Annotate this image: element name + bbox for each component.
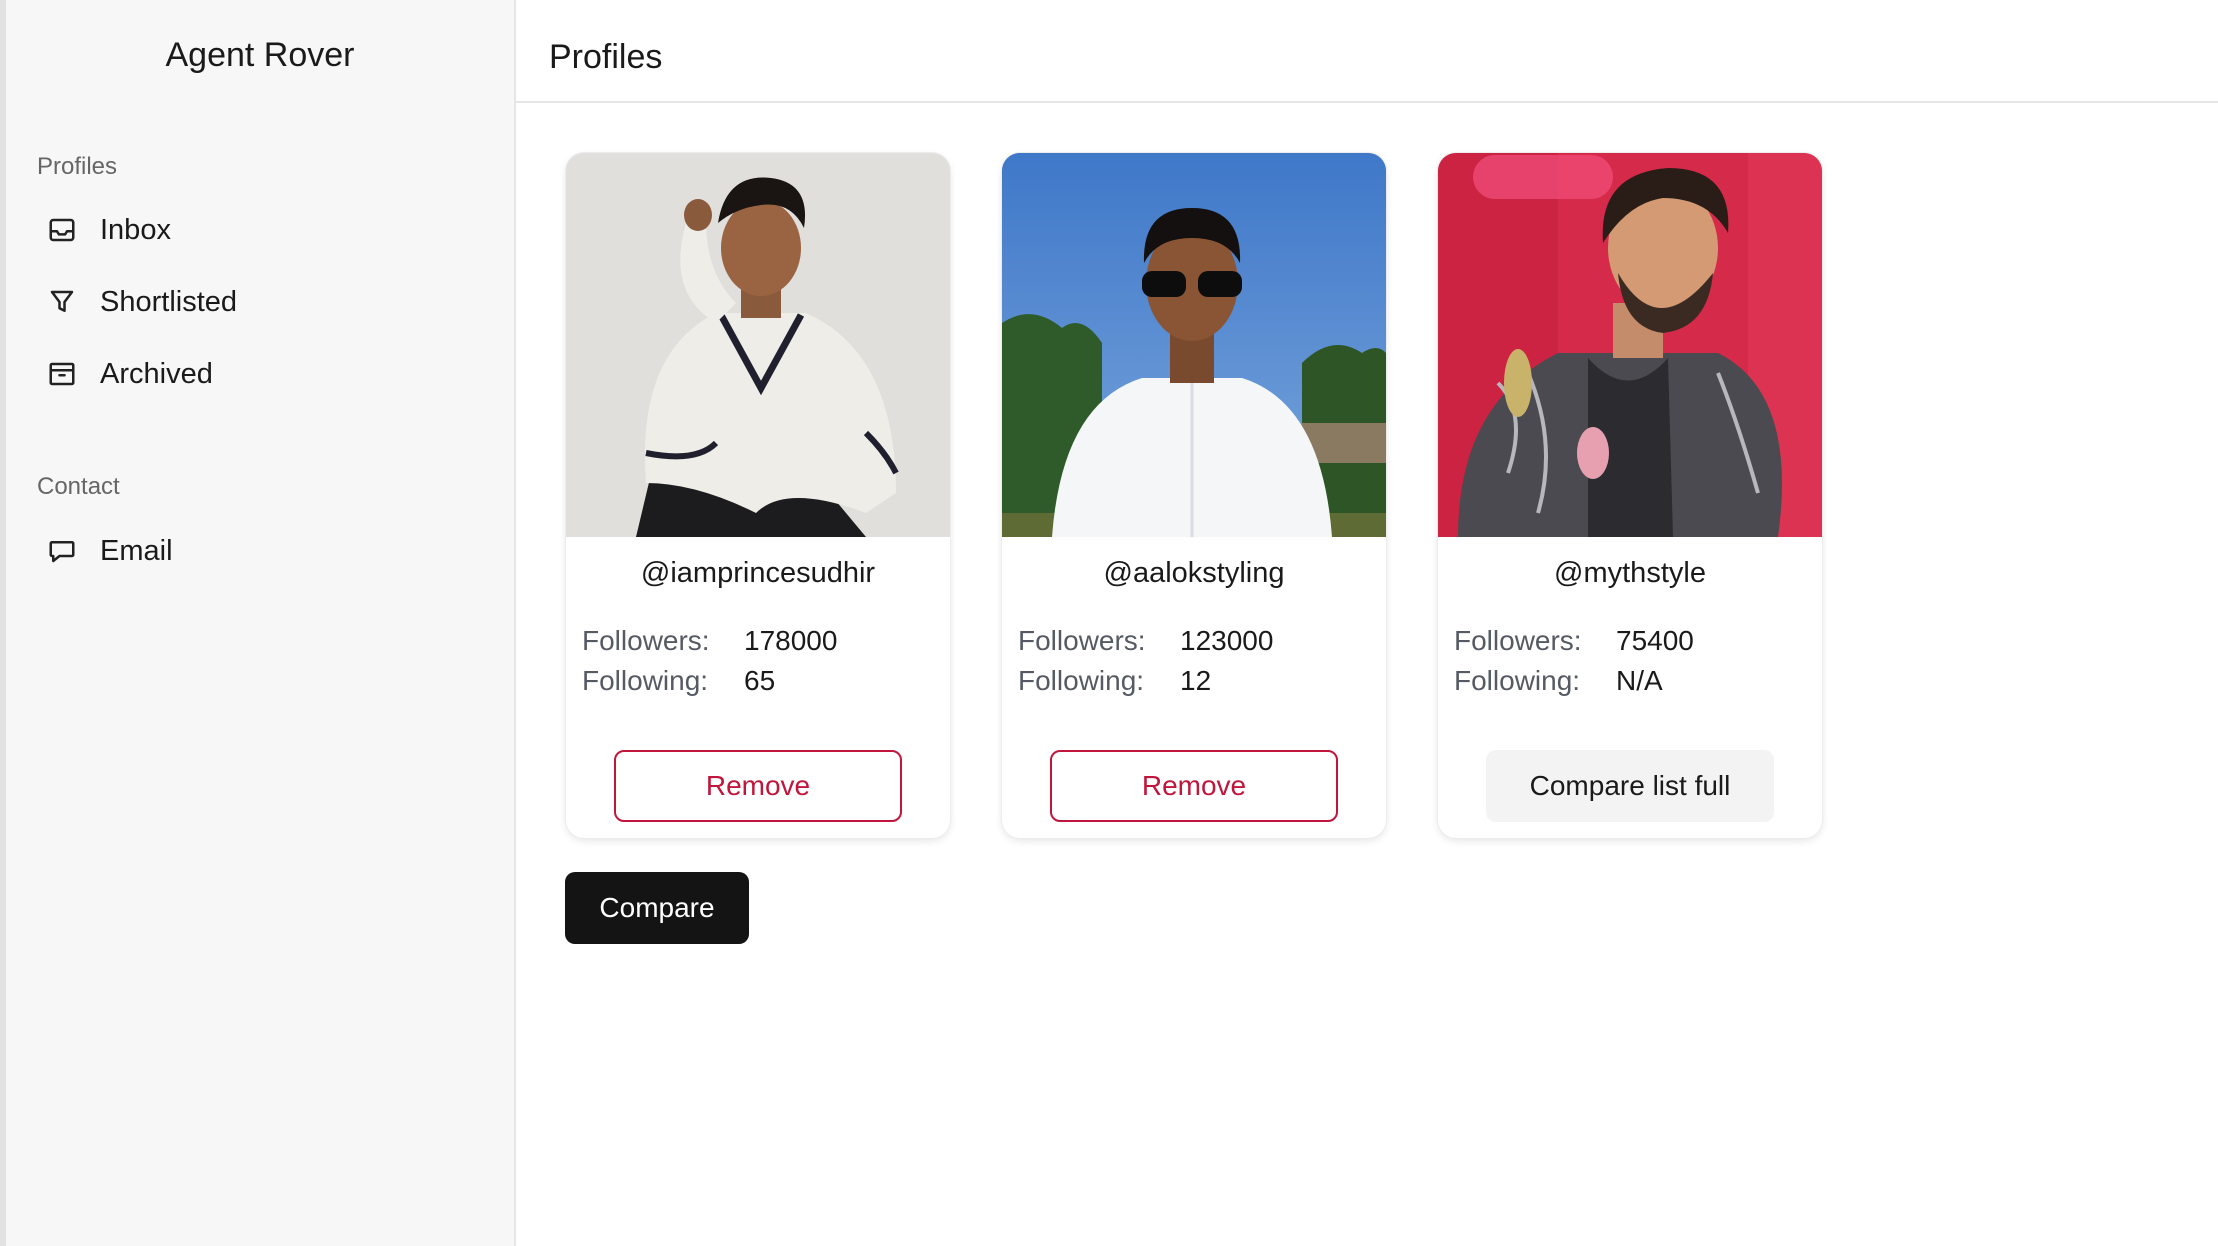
followers-label: Followers: <box>1454 625 1582 656</box>
followers-value: 75400 <box>1616 625 1694 656</box>
remove-button[interactable]: Remove <box>614 750 902 822</box>
sidebar-item-email[interactable]: Email <box>46 526 466 576</box>
chat-bubble-icon <box>46 535 78 567</box>
sidebar-item-archived[interactable]: Archived <box>46 349 466 399</box>
following-value: 12 <box>1180 665 1212 696</box>
followers-value: 123000 <box>1180 625 1274 656</box>
sidebar-section-profiles-label: Profiles <box>37 153 118 180</box>
profile-handle: @mythstyle <box>1554 557 1706 589</box>
sidebar-item-label: Inbox <box>100 213 171 246</box>
app-root: Agent Rover Profiles Inbox Shortlisted A… <box>0 0 2218 1246</box>
profile-card: @mythstyle Followers: 75400 Following: N… <box>1438 153 1822 838</box>
page-header: Profiles <box>516 0 2218 103</box>
profile-photo <box>1438 153 1822 537</box>
archive-icon <box>46 358 78 390</box>
sidebar-item-label: Email <box>100 534 173 567</box>
following-label: Following: <box>1454 665 1581 696</box>
compare-button[interactable]: Compare <box>565 872 749 944</box>
following-label: Following: <box>1018 665 1145 696</box>
compare-list-full-button: Compare list full <box>1486 750 1774 822</box>
inbox-icon <box>46 214 78 246</box>
sidebar-item-label: Shortlisted <box>100 285 238 318</box>
profile-card: @iamprincesudhir Followers: 178000 Follo… <box>566 153 950 838</box>
sidebar-item-inbox[interactable]: Inbox <box>46 205 466 255</box>
followers-label: Followers: <box>1018 625 1146 656</box>
sidebar: Agent Rover Profiles Inbox Shortlisted A… <box>0 0 516 1246</box>
profile-handle: @aalokstyling <box>1103 557 1285 589</box>
following-label: Following: <box>582 665 709 696</box>
sidebar-item-shortlisted[interactable]: Shortlisted <box>46 277 466 327</box>
sidebar-section-contact-label: Contact <box>37 473 120 500</box>
sidebar-item-label: Archived <box>100 357 213 390</box>
followers-label: Followers: <box>582 625 710 656</box>
filter-icon <box>46 286 78 318</box>
following-value: 65 <box>744 665 776 696</box>
profile-handle: @iamprincesudhir <box>640 557 876 589</box>
profile-photo <box>1002 153 1386 537</box>
page-title: Profiles <box>549 38 663 76</box>
app-title: Agent Rover <box>165 36 355 74</box>
profile-card: @aalokstyling Followers: 123000 Followin… <box>1002 153 1386 838</box>
profile-photo <box>566 153 950 537</box>
remove-button[interactable]: Remove <box>1050 750 1338 822</box>
following-value: N/A <box>1616 665 1663 696</box>
followers-value: 178000 <box>744 625 838 656</box>
